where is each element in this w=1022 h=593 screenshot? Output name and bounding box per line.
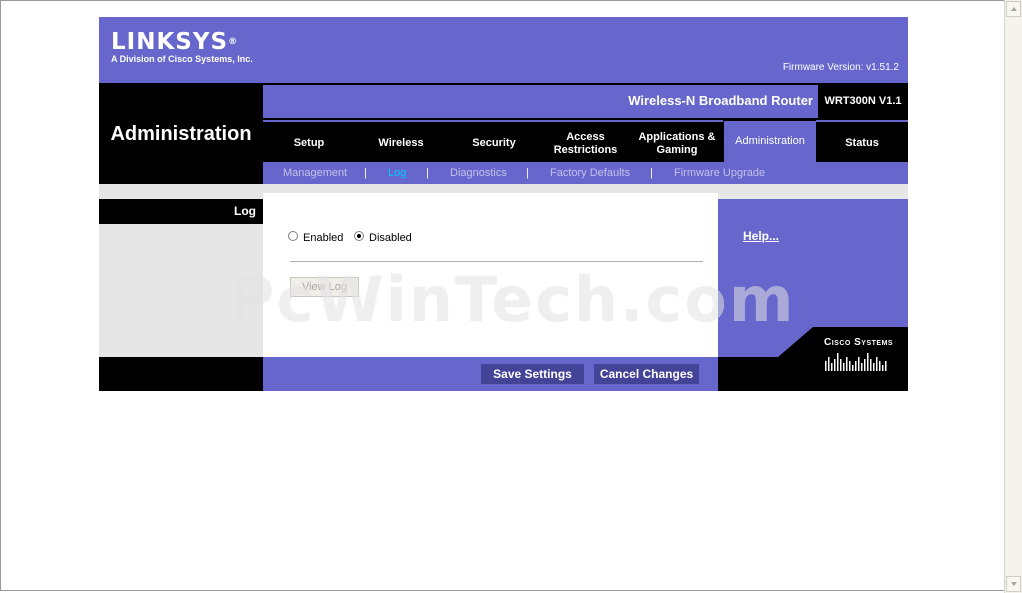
subnav-management[interactable]: Management [283,166,347,180]
left-footer [99,357,263,391]
scroll-down-icon[interactable] [1006,576,1021,592]
subnav-log[interactable]: Log [388,166,406,180]
linksys-logo: LINKSYS® [111,29,239,55]
tab-strip-line [263,120,723,122]
enabled-label: Enabled [303,232,344,244]
subnav-firmware-upgrade[interactable]: Firmware Upgrade [674,166,765,180]
model-number: WRT300N V1.1 [818,85,908,118]
tab-wireless[interactable]: Wireless [355,125,447,162]
help-link[interactable]: Help... [743,229,779,244]
tab-administration[interactable]: Administration [724,121,816,162]
tab-status[interactable]: Status [816,125,908,162]
product-name: Wireless-N Broadband Router [628,93,813,108]
subnav-separator: | [526,167,529,179]
subnav-diagnostics[interactable]: Diagnostics [450,166,507,180]
firmware-version: Firmware Version: v1.51.2 [782,62,899,73]
subnav-separator: | [364,167,367,179]
tab-strip-line-right [816,120,908,122]
form-divider [290,261,703,262]
tab-access-restrictions[interactable]: Access Restrictions [541,125,630,162]
subnav-separator: | [426,167,429,179]
tab-security[interactable]: Security [447,125,541,162]
vertical-scrollbar[interactable] [1004,0,1022,593]
save-settings-button[interactable]: Save Settings [481,364,584,384]
subsection-label: Log [234,204,256,218]
radio-disabled[interactable] [354,231,364,241]
tab-setup[interactable]: Setup [263,125,355,162]
scroll-up-icon[interactable] [1006,1,1021,17]
cancel-changes-button[interactable]: Cancel Changes [594,364,699,384]
watermark: PcWinTech.com [229,263,796,336]
radio-enabled[interactable] [288,231,298,241]
disabled-label: Disabled [369,232,412,244]
cisco-systems-logo: Cisco Systems [824,337,894,348]
subnav-factory-defaults[interactable]: Factory Defaults [550,166,630,180]
logo-subtitle: A Division of Cisco Systems, Inc. [111,54,253,64]
page-title: Administration [110,123,252,145]
tab-applications-gaming[interactable]: Applications & Gaming [630,125,724,162]
subnav-separator: | [650,167,653,179]
